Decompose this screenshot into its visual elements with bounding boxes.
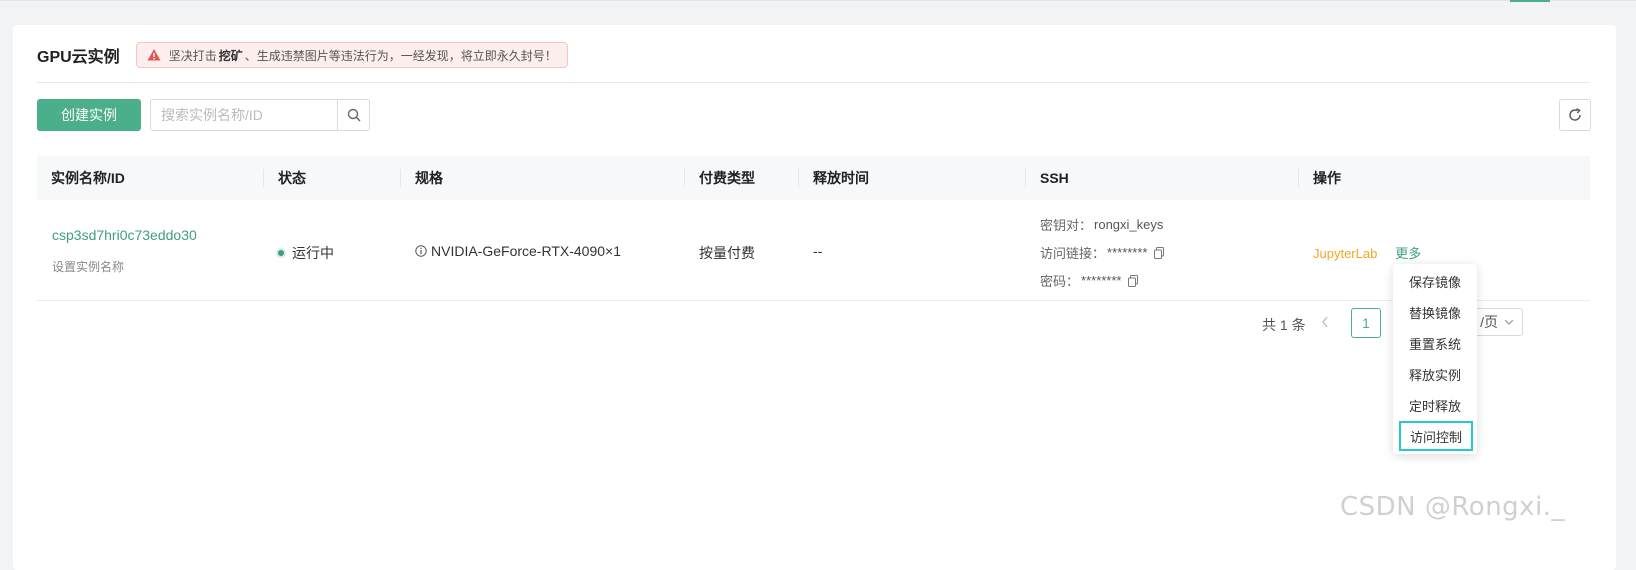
search-input[interactable] <box>151 100 337 130</box>
pagination: 共 1 条 1 /页 <box>13 308 1616 340</box>
header-divider <box>37 82 1590 83</box>
search-button[interactable] <box>337 100 369 130</box>
total-count: 共 1 条 <box>1262 317 1306 333</box>
password-value: ******** <box>1081 273 1122 288</box>
chevron-left-icon <box>1322 316 1328 328</box>
page-header: GPU云实例 坚决打击 挖矿 、生成违禁图片等违法行为，一经发现，将立即永久封号… <box>37 41 568 69</box>
notice-prefix: 坚决打击 <box>168 48 217 63</box>
copy-icon[interactable] <box>1153 246 1164 259</box>
menu-item-reset-system[interactable]: 重置系统 <box>1401 330 1469 356</box>
ssh-link: 访问链接： ******** <box>1040 243 1164 262</box>
table-header: 实例名称/ID 状态 规格 付费类型 释放时间 SSH 操作 <box>37 156 1590 200</box>
col-header-status: 状态 <box>278 170 306 186</box>
chevron-down-icon <box>1504 319 1514 325</box>
instances-table: 实例名称/ID 状态 规格 付费类型 释放时间 SSH 操作 csp3sd7hr… <box>37 156 1590 301</box>
col-header-ssh: SSH <box>1040 170 1069 186</box>
link-label: 访问链接： <box>1040 246 1106 261</box>
column-divider <box>263 169 264 187</box>
column-divider <box>684 169 685 187</box>
page-number-button[interactable]: 1 <box>1351 308 1381 338</box>
spec-cell: NVIDIA-GeForce-RTX-4090×1 <box>415 243 621 259</box>
ssh-password: 密码： ******** <box>1040 271 1138 290</box>
notice-suffix: 、生成违禁图片等违法行为，一经发现，将立即永久封号！ <box>244 48 557 63</box>
menu-item-release-instance[interactable]: 释放实例 <box>1401 361 1469 387</box>
page-title: GPU云实例 <box>37 49 120 66</box>
refresh-icon <box>1569 108 1581 121</box>
search-box <box>150 99 370 131</box>
more-link[interactable]: 更多 <box>1395 246 1421 261</box>
ssh-cell: 密钥对： rongxi_keys 访问链接： ******** 密码： ****… <box>1040 200 1290 300</box>
actions-cell: JupyterLab 更多 <box>1313 243 1421 262</box>
billing-type: 按量付费 <box>699 245 755 261</box>
column-divider <box>1025 169 1026 187</box>
status-text: 运行中 <box>292 245 334 261</box>
notice-bold: 挖矿 <box>218 48 243 63</box>
keypair-value: rongxi_keys <box>1094 217 1164 232</box>
menu-item-replace-image[interactable]: 替换镜像 <box>1401 299 1469 325</box>
refresh-button[interactable] <box>1559 99 1591 131</box>
table-row: csp3sd7hri0c73eddo30 设置实例名称 运行中 NVIDIA-G… <box>37 200 1590 301</box>
warning-notice: 坚决打击 挖矿 、生成违禁图片等违法行为，一经发现，将立即永久封号！ <box>135 42 568 68</box>
active-tab-indicator <box>1510 0 1550 2</box>
release-time: -- <box>813 243 823 259</box>
link-value: ******** <box>1107 245 1148 260</box>
prev-page-button[interactable] <box>1321 315 1329 331</box>
menu-item-save-image[interactable]: 保存镜像 <box>1401 268 1469 294</box>
spec-text: NVIDIA-GeForce-RTX-4090×1 <box>431 243 621 259</box>
column-divider <box>400 169 401 187</box>
menu-item-scheduled-release[interactable]: 定时释放 <box>1401 392 1469 418</box>
watermark: CSDN @Rongxi._ <box>1340 492 1566 522</box>
col-header-name: 实例名称/ID <box>51 170 125 186</box>
col-header-actions: 操作 <box>1313 170 1341 186</box>
set-instance-name-link[interactable]: 设置实例名称 <box>52 258 124 275</box>
copy-icon[interactable] <box>1127 274 1138 287</box>
create-instance-button[interactable]: 创建实例 <box>37 99 141 131</box>
instance-id-link[interactable]: csp3sd7hri0c73eddo30 <box>52 227 197 243</box>
info-icon[interactable] <box>415 245 427 257</box>
col-header-release-time: 释放时间 <box>813 170 869 186</box>
more-actions-menu: 保存镜像 替换镜像 重置系统 释放实例 定时释放 访问控制 <box>1393 264 1477 454</box>
password-label: 密码： <box>1040 274 1080 289</box>
keypair-label: 密钥对： <box>1040 218 1093 233</box>
menu-item-access-control[interactable]: 访问控制 <box>1399 421 1473 451</box>
column-divider <box>798 169 799 187</box>
page-size-suffix: /页 <box>1480 314 1498 330</box>
status-dot <box>278 250 284 256</box>
search-icon <box>347 108 360 122</box>
top-border <box>0 0 1636 1</box>
ssh-keypair: 密钥对： rongxi_keys <box>1040 215 1163 234</box>
instances-card: GPU云实例 坚决打击 挖矿 、生成违禁图片等违法行为，一经发现，将立即永久封号… <box>13 25 1616 570</box>
col-header-spec: 规格 <box>415 170 443 186</box>
warning-icon <box>147 49 161 61</box>
column-divider <box>1298 169 1299 187</box>
jupyterlab-link[interactable]: JupyterLab <box>1313 246 1377 261</box>
col-header-billing: 付费类型 <box>699 170 755 186</box>
status-badge: 运行中 <box>278 243 334 263</box>
